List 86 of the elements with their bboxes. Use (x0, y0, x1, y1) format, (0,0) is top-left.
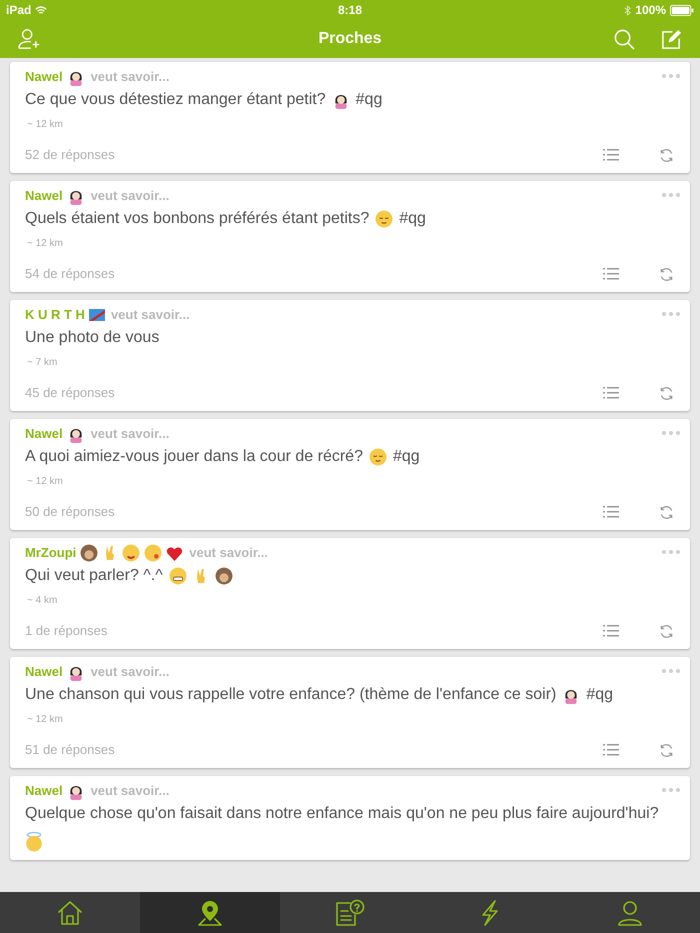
location-pin-icon (196, 898, 224, 926)
refresh-icon[interactable] (659, 266, 674, 282)
asks-label: veut savoir... (110, 306, 190, 324)
distance-label: ~ 4 km (27, 594, 58, 608)
document-question-icon (334, 898, 366, 926)
hashtag[interactable]: #qg (356, 88, 382, 112)
question-text: Quelque chose qu'on faisait dans notre enfance mais qu'on ne peu plus faire aujourd'hui? (25, 804, 659, 824)
question-text: Une chanson qui vous rappelle votre enfance? (thème de l'enfance ce soir) (25, 685, 556, 705)
asks-label: veut savoir... (90, 782, 170, 800)
list-icon[interactable] (603, 149, 619, 161)
relieved-face-icon (375, 210, 394, 228)
list-icon[interactable] (603, 625, 619, 637)
question-card[interactable]: Nawel veut savoir... Quels étaient vos bonbons préférés étant petits? #qg ~ 12 km 54 de réponses (10, 181, 690, 292)
author-name[interactable]: MrZoupi (25, 543, 76, 563)
author-name[interactable]: Nawel (25, 186, 63, 206)
clock: 8:18 (338, 2, 362, 19)
home-icon (56, 898, 84, 926)
question-card[interactable]: K U R T H veut savoir... Une photo de vous ~ 7 km 45 de réponses (10, 300, 690, 411)
more-icon[interactable] (662, 669, 680, 673)
flag-icon (88, 309, 105, 321)
question-text: A quoi aimiez-vous jouer dans la cour de récré? (25, 447, 363, 467)
reply-count[interactable]: 51 de réponses (25, 740, 603, 760)
add-person-icon[interactable] (18, 28, 40, 50)
asks-label: veut savoir... (90, 663, 170, 682)
grinning-face-icon (168, 567, 187, 585)
question-text: Qui veut parler? ^.^ (25, 566, 163, 586)
angel-face-icon (25, 832, 43, 852)
author-name[interactable]: K U R T H (25, 305, 85, 325)
asks-label: veut savoir... (90, 425, 170, 444)
tab-bar-item[interactable] (140, 892, 280, 933)
author-name[interactable]: Nawel (25, 662, 63, 682)
more-icon[interactable] (662, 312, 680, 316)
distance-label: ~ 12 km (27, 474, 63, 488)
bluetooth-icon (624, 4, 632, 16)
list-icon[interactable] (603, 268, 619, 280)
wifi-icon (35, 6, 48, 14)
question-card[interactable]: Nawel veut savoir... Ce que vous détestiez manger étant petit? #qg ~ 12 km 52 de réponses (10, 62, 690, 173)
list-icon[interactable] (603, 387, 619, 399)
reply-count[interactable]: 45 de réponses (25, 383, 603, 403)
screen-title: Proches (318, 29, 382, 49)
refresh-icon[interactable] (659, 504, 674, 520)
heart-icon (166, 544, 184, 562)
more-icon[interactable] (662, 74, 680, 78)
reply-count[interactable]: 54 de réponses (25, 264, 603, 284)
question-card[interactable]: MrZoupi veut savoir... Qui veut parler? ^.^ ~ 4 km 1 de réponses (10, 538, 690, 649)
list-icon[interactable] (603, 506, 619, 518)
author-name[interactable]: Nawel (25, 781, 63, 801)
author-name[interactable]: Nawel (25, 67, 63, 87)
reply-count[interactable]: 50 de réponses (25, 502, 603, 522)
more-icon[interactable] (662, 431, 680, 435)
question-text: Ce que vous détestiez manger étant petit? (25, 90, 326, 110)
person-icon (616, 898, 644, 926)
hashtag[interactable]: #qg (586, 683, 614, 707)
carrier-label: iPad (6, 2, 32, 19)
more-icon[interactable] (662, 193, 680, 197)
distance-label: ~ 12 km (27, 236, 63, 250)
question-text: Une photo de vous (25, 328, 160, 348)
distance-label: ~ 7 km (27, 356, 58, 370)
list-icon[interactable] (603, 744, 619, 756)
refresh-icon[interactable] (659, 742, 674, 758)
monkey-emoji-icon (214, 567, 233, 585)
hashtag[interactable]: #qg (399, 207, 426, 231)
hashtag[interactable]: #qg (392, 445, 420, 469)
refresh-icon[interactable] (659, 386, 674, 400)
battery-icon (670, 4, 694, 16)
reply-count[interactable]: 1 de réponses (25, 621, 603, 641)
refresh-icon[interactable] (659, 148, 674, 162)
question-card[interactable]: Nawel veut savoir... Quelque chose qu'on faisait dans notre enfance mais qu'on ne peu plus faire aujourd'hui? (10, 776, 690, 860)
asks-label: veut savoir... (189, 544, 268, 562)
search-icon[interactable] (614, 28, 636, 50)
asks-label: veut savoir... (90, 68, 170, 86)
battery-percent: 100% (635, 2, 666, 19)
monkey-emoji-icon (80, 544, 98, 562)
reply-count[interactable]: 52 de réponses (25, 145, 603, 165)
asks-label: veut savoir... (90, 187, 170, 206)
question-text: Quels étaient vos bonbons préférés étant petits? (25, 209, 370, 229)
relieved-face-icon (368, 448, 387, 466)
distance-label: ~ 12 km (27, 712, 63, 726)
question-card[interactable]: Nawel veut savoir... A quoi aimiez-vous jouer dans la cour de récré? #qg ~ 12 km 50 de réponses (10, 419, 690, 530)
more-icon[interactable] (662, 788, 680, 792)
more-icon[interactable] (662, 550, 680, 554)
refresh-icon[interactable] (659, 624, 674, 638)
author-name[interactable]: Nawel (25, 424, 63, 444)
compose-icon[interactable] (661, 28, 682, 50)
question-card[interactable]: Nawel veut savoir... Une chanson qui vous rappelle votre enfance? (thème de l'enfance ce soir) #qg ~ 12 km 51 de réponses (10, 657, 690, 768)
distance-label: ~ 12 km (27, 118, 63, 132)
